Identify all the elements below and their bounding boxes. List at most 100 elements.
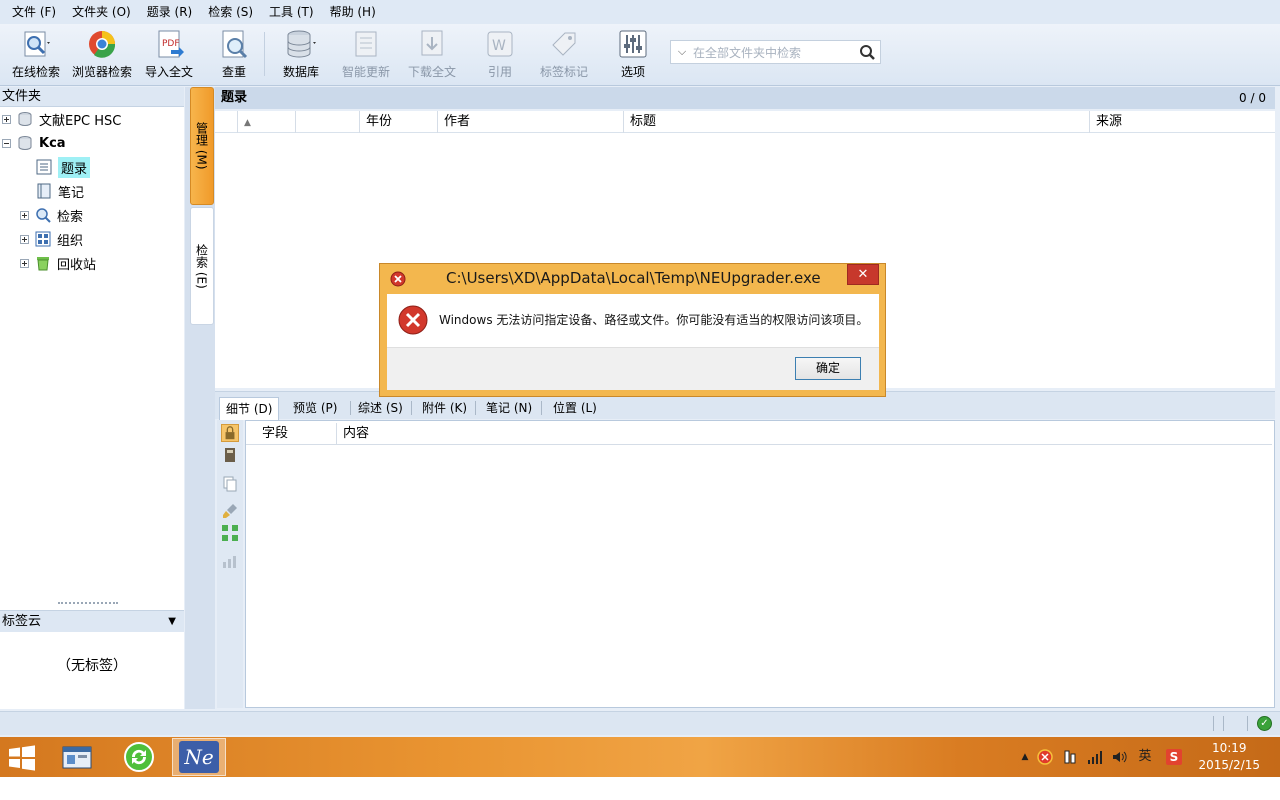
volume-icon[interactable]: [1111, 749, 1127, 765]
close-button[interactable]: ✕: [847, 264, 879, 285]
status-separator: [1247, 716, 1248, 731]
tree-item-recycle-bin[interactable]: 回收站: [20, 252, 96, 274]
expand-icon[interactable]: [20, 234, 29, 244]
antivirus-tray-icon[interactable]: [1037, 749, 1053, 765]
tab-separator: [541, 401, 542, 415]
column-source[interactable]: 来源: [1089, 111, 1275, 133]
organize-grid-icon: [35, 231, 51, 247]
search-icon[interactable]: [854, 41, 880, 63]
menu-search[interactable]: 检索 (S): [200, 0, 261, 24]
clock-date: 2015/2/15: [1198, 758, 1260, 772]
tag-icon: [552, 32, 576, 56]
database-button[interactable]: 数据库: [283, 28, 319, 82]
records-count: 0 / 0: [1239, 91, 1266, 105]
ime-language-indicator[interactable]: 英: [1137, 749, 1153, 765]
error-dialog: C:\Users\XD\AppData\Local\Temp\NEUpgrade…: [379, 263, 886, 397]
windows-start-icon[interactable]: [0, 738, 44, 776]
smart-update-icon: [355, 31, 377, 57]
menu-tools[interactable]: 工具 (T): [261, 0, 322, 24]
file-explorer-icon[interactable]: [50, 738, 104, 776]
menu-bar: 文件 (F) 文件夹 (O) 题录 (R) 检索 (S) 工具 (T) 帮助 (…: [0, 0, 1280, 24]
cite-button[interactable]: W 引用: [484, 28, 516, 82]
tab-notes[interactable]: 笔记 (N): [480, 397, 538, 420]
book-icon[interactable]: [221, 446, 239, 464]
tree-item-notes[interactable]: 笔记: [36, 180, 84, 202]
detail-grid-header: 字段 内容: [246, 423, 1272, 445]
ok-button[interactable]: 确定: [795, 357, 861, 380]
tree-item-kca-db[interactable]: Kca: [2, 132, 66, 154]
tab-manage[interactable]: 管理 (M): [190, 87, 214, 205]
search-input[interactable]: 在全部文件夹中检索: [693, 44, 854, 61]
status-separator: [1213, 716, 1214, 731]
column-field[interactable]: 字段: [256, 423, 336, 445]
toolbar: 在线检索 浏览器检索 PDF 导入全文 查重 数据库 智能更新 下载全文 W 引…: [0, 24, 1280, 86]
tray-expand-icon[interactable]: ▲: [1017, 749, 1033, 765]
tab-detail[interactable]: 细节 (D): [219, 397, 280, 420]
browser-app-icon[interactable]: [112, 738, 166, 776]
expand-icon[interactable]: [20, 210, 29, 220]
records-list-icon: [36, 159, 52, 175]
lock-icon[interactable]: [221, 424, 239, 442]
online-search-button[interactable]: 在线检索: [12, 28, 60, 82]
dialog-title: C:\Users\XD\AppData\Local\Temp\NEUpgrade…: [446, 269, 821, 287]
tab-attachment[interactable]: 附件 (K): [416, 397, 473, 420]
noteexpress-taskbar-button[interactable]: Ne: [172, 738, 226, 776]
sogou-input-icon[interactable]: S: [1166, 749, 1182, 765]
options-button[interactable]: 选项: [617, 28, 649, 82]
download-fulltext-button[interactable]: 下载全文: [408, 28, 456, 82]
menu-file[interactable]: 文件 (F): [4, 0, 64, 24]
tree-item-epc-db[interactable]: 文献EPC HSC: [2, 108, 121, 130]
tab-review[interactable]: 综述 (S): [352, 397, 409, 420]
column-sort-arrow[interactable]: ▲: [237, 111, 261, 133]
brush-icon[interactable]: [221, 502, 239, 520]
copy-icon[interactable]: [221, 474, 239, 492]
column-content[interactable]: 内容: [336, 423, 369, 445]
tab-location[interactable]: 位置 (L): [547, 397, 603, 420]
status-separator: [1223, 716, 1224, 731]
column-blank[interactable]: [295, 111, 359, 133]
dedupe-button[interactable]: 查重: [218, 28, 250, 82]
expand-icon[interactable]: [2, 114, 11, 124]
tree-item-organize[interactable]: 组织: [20, 228, 83, 250]
detail-toolbar: [217, 420, 243, 708]
smart-update-button[interactable]: 智能更新: [342, 28, 390, 82]
screen-bottom-strip: [0, 777, 1280, 800]
browser-search-button[interactable]: 浏览器检索: [72, 28, 132, 82]
error-icon: [398, 305, 428, 335]
download-icon: [421, 30, 443, 56]
expand-grid-icon[interactable]: [221, 524, 239, 542]
expand-icon[interactable]: [20, 258, 29, 268]
menu-help[interactable]: 帮助 (H): [322, 0, 384, 24]
status-bar: ✓: [0, 711, 1280, 735]
column-title[interactable]: 标题: [623, 111, 1089, 133]
collapse-icon[interactable]: [2, 138, 11, 148]
records-column-header: ▲ 年份 作者 标题 来源: [215, 111, 1275, 133]
menu-records[interactable]: 题录 (R): [139, 0, 201, 24]
records-title: 题录: [221, 90, 248, 105]
tag-cloud-header[interactable]: 标签云 ▼: [0, 610, 184, 632]
device-tray-icon[interactable]: [1062, 749, 1078, 765]
dropdown-arrow-icon[interactable]: ▼: [168, 611, 176, 633]
network-signal-icon[interactable]: [1087, 749, 1103, 765]
column-year[interactable]: 年份: [359, 111, 437, 133]
dedupe-icon: [222, 30, 248, 59]
clock[interactable]: 10:19 2015/2/15: [1198, 740, 1260, 774]
tab-search[interactable]: 检索 (E): [190, 207, 214, 325]
svg-text:PDF: PDF: [162, 39, 180, 49]
tab-preview[interactable]: 预览 (P): [287, 397, 343, 420]
tree-item-search[interactable]: 检索: [20, 204, 83, 226]
column-author[interactable]: 作者: [437, 111, 623, 133]
status-ok-icon: ✓: [1257, 716, 1272, 731]
online-search-icon: [24, 31, 50, 57]
chevron-down-icon[interactable]: ⌵: [671, 45, 693, 59]
splitter-grip[interactable]: [58, 602, 118, 605]
tag-mark-button[interactable]: 标签标记: [540, 28, 588, 82]
chart-icon[interactable]: [221, 552, 239, 570]
detail-grid[interactable]: 字段 内容: [245, 420, 1275, 708]
tree-item-records[interactable]: 题录: [36, 156, 91, 178]
no-tags-text: （无标签）: [57, 658, 127, 674]
menu-folder[interactable]: 文件夹 (O): [64, 0, 139, 24]
search-box[interactable]: ⌵ 在全部文件夹中检索: [670, 40, 881, 64]
import-fulltext-button[interactable]: PDF 导入全文: [145, 28, 193, 82]
tab-separator: [350, 401, 351, 415]
